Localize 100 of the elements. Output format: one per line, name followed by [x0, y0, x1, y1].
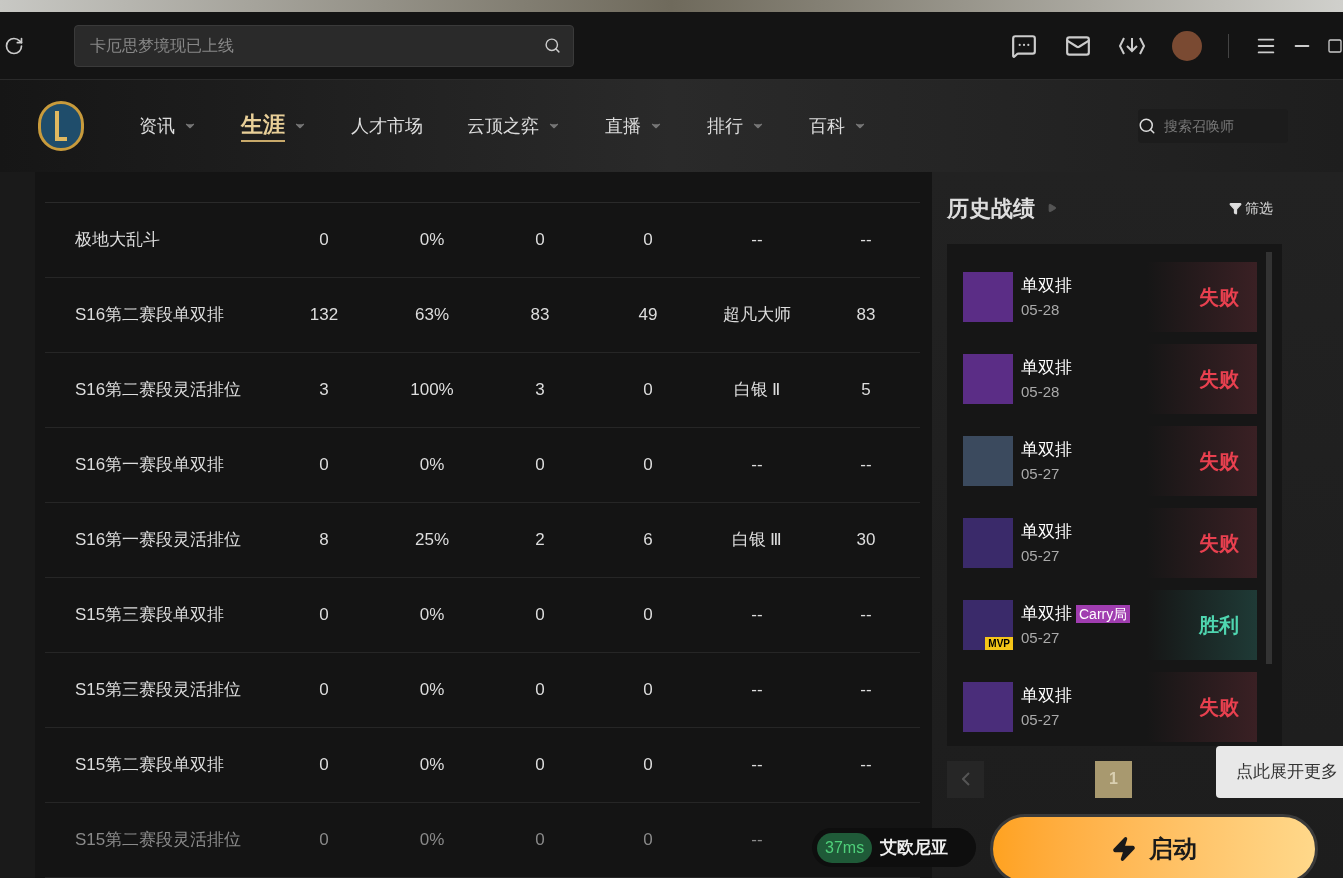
- table-cell-text: S15第二赛段灵活排位: [74, 829, 243, 852]
- match-mode: 单双排: [1021, 685, 1072, 707]
- table-cell-text: 0%: [418, 679, 446, 702]
- mvp-badge: MVP: [985, 637, 1013, 650]
- chat-icon[interactable]: [1010, 32, 1038, 59]
- match-date: 05-27: [1021, 545, 1061, 566]
- table-cell-text: 8: [318, 529, 330, 552]
- table-cell-text: 63%: [414, 304, 450, 327]
- match-mode: 单双排: [1021, 521, 1072, 543]
- match-date: 05-28: [1021, 299, 1061, 320]
- table-cell-text: S15第三赛段灵活排位: [74, 679, 243, 702]
- match-mode: 单双排: [1021, 275, 1072, 297]
- chevron-left-icon: [961, 772, 970, 786]
- table-cell-text: 0: [534, 229, 546, 252]
- table-cell-text: 白银 Ⅲ: [730, 529, 784, 552]
- search-icon[interactable]: [544, 36, 561, 54]
- scrollbar[interactable]: [1266, 252, 1272, 664]
- table-cell-text: 30: [855, 529, 877, 552]
- match-mode: 单双排: [1021, 439, 1072, 461]
- table-cell-text: --: [859, 454, 873, 477]
- match-date: 05-27: [1021, 627, 1061, 648]
- table-cell-text: 0: [318, 829, 330, 852]
- start-button[interactable]: 启动: [990, 814, 1318, 878]
- lightning-icon: [1111, 836, 1137, 862]
- table-cell-text: 3: [534, 379, 546, 402]
- table-cell-text: S16第二赛段单双排: [74, 304, 226, 327]
- table-cell-text: 83: [529, 304, 551, 327]
- table-cell-text: --: [750, 454, 764, 477]
- match-mode: 单双排: [1021, 357, 1072, 379]
- table-cell-text: 6: [642, 529, 654, 552]
- table-cell-text: 0: [642, 604, 654, 627]
- table-cell-text: 100%: [409, 379, 455, 402]
- champion-portrait: [963, 436, 1013, 486]
- table-cell-text: 0%: [418, 229, 446, 252]
- summoner-search-field[interactable]: 搜索召唤师: [1138, 109, 1288, 143]
- table-cell-text: --: [859, 604, 873, 627]
- table-cell-text: 0: [642, 379, 654, 402]
- table-cell-text: 0%: [418, 604, 446, 627]
- table-cell-text: 3: [318, 379, 330, 402]
- table-cell-text: 83: [855, 304, 877, 327]
- nav-tab[interactable]: 生涯: [241, 110, 285, 142]
- table-cell-text: 0: [642, 754, 654, 777]
- table-cell-text: S15第二赛段单双排: [74, 754, 226, 777]
- table-cell-text: 132: [308, 304, 340, 327]
- table-cell-text: 25%: [414, 529, 450, 552]
- table-cell-text: --: [750, 754, 764, 777]
- table-cell-text: S16第一赛段单双排: [74, 454, 226, 477]
- refresh-icon[interactable]: [4, 35, 24, 56]
- nav-tab[interactable]: 人才市场: [351, 112, 423, 140]
- table-cell-text: 0: [642, 679, 654, 702]
- table-cell-text: 0: [318, 454, 330, 477]
- section-title: 历史战绩: [947, 194, 1035, 223]
- table-cell-text: 0: [534, 454, 546, 477]
- table-cell-text: 5: [860, 379, 872, 402]
- nav-tab[interactable]: 百科: [809, 112, 845, 140]
- prev-page-button[interactable]: [947, 760, 984, 798]
- table-cell-text: 0: [534, 679, 546, 702]
- match-date: 05-28: [1021, 381, 1061, 402]
- champion-portrait: [963, 682, 1013, 732]
- table-cell-text: --: [750, 829, 764, 852]
- table-cell-text: 0: [318, 679, 330, 702]
- table-cell-text: 0: [318, 604, 330, 627]
- filter-button[interactable]: 筛选: [1229, 197, 1273, 219]
- table-cell-text: S15第三赛段单双排: [74, 604, 226, 627]
- tooltip: 点此展开更多: [1216, 746, 1343, 798]
- nav-tab[interactable]: 排行: [707, 112, 743, 140]
- ping-indicator: 37ms: [817, 832, 873, 863]
- match-date: 05-27: [1021, 709, 1061, 730]
- table-cell-text: 0%: [418, 754, 446, 777]
- table-cell-text: --: [750, 229, 764, 252]
- table-cell-text: 0%: [418, 454, 446, 477]
- avatar[interactable]: [1172, 30, 1202, 61]
- champion-portrait: [963, 518, 1013, 568]
- carry-tag: Carry局: [1076, 604, 1131, 623]
- table-cell-text: 2: [534, 529, 546, 552]
- nav-tab[interactable]: 直播: [605, 112, 641, 140]
- search-field[interactable]: 卡厄思梦境现已上线: [74, 24, 574, 67]
- table-cell-text: 白银 Ⅱ: [732, 379, 782, 402]
- table-cell-text: S16第二赛段灵活排位: [74, 379, 243, 402]
- champion-portrait: [963, 354, 1013, 404]
- logo-icon[interactable]: [38, 101, 84, 151]
- caret-icon[interactable]: [1047, 201, 1057, 215]
- table-cell-text: 0: [642, 454, 654, 477]
- table-cell-text: 0: [534, 754, 546, 777]
- table-cell-text: 0: [318, 754, 330, 777]
- table-cell-text: 0: [534, 829, 546, 852]
- table-cell-text: --: [750, 679, 764, 702]
- nav-tab[interactable]: 资讯: [139, 112, 175, 140]
- server-name: 艾欧尼亚: [880, 836, 949, 859]
- table-cell-text: --: [859, 754, 873, 777]
- table-cell-text: 0: [534, 604, 546, 627]
- nav-tab[interactable]: 云顶之弈: [467, 112, 539, 140]
- table-cell-text: 0%: [418, 829, 446, 852]
- table-cell-text: 超凡大师: [722, 304, 792, 327]
- table-cell-text: 49: [637, 304, 659, 327]
- filter-icon: [1229, 201, 1242, 215]
- maximize-icon[interactable]: [1327, 37, 1343, 54]
- match-mode: 单双排: [1021, 603, 1072, 625]
- table-cell-text: 0: [642, 829, 654, 852]
- table-cell-text: --: [859, 229, 873, 252]
